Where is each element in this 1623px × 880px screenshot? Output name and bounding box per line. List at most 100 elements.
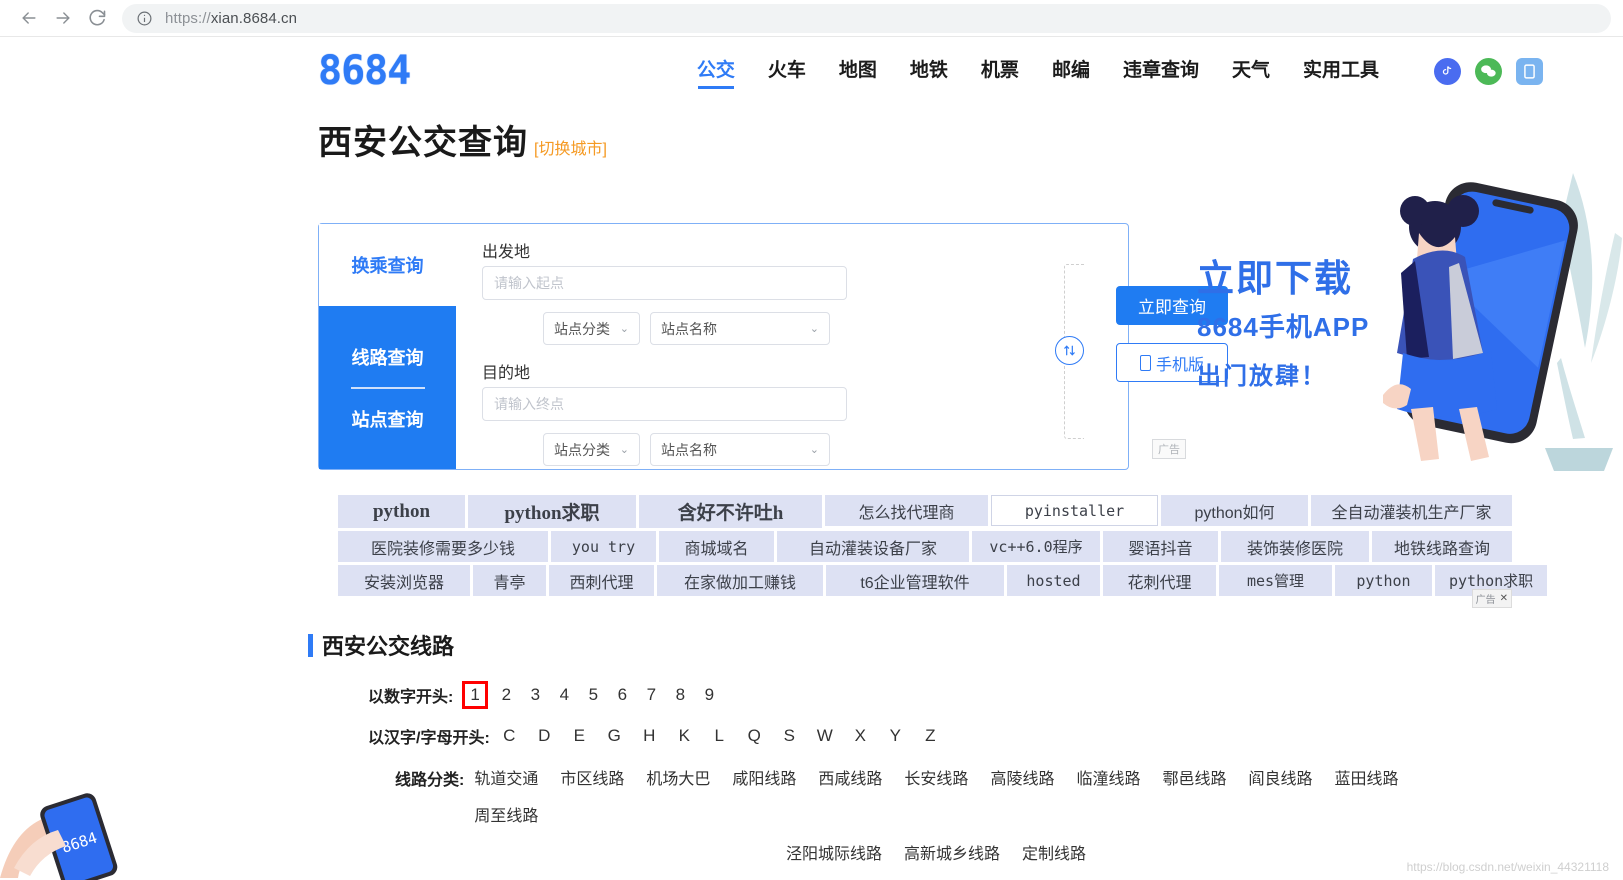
douyin-icon[interactable] bbox=[1434, 57, 1461, 85]
category-link-lintong[interactable]: 临潼线路 bbox=[1076, 765, 1140, 789]
forward-button[interactable] bbox=[46, 1, 80, 35]
nav-item-violation[interactable]: 违章查询 bbox=[1123, 55, 1199, 88]
letter-link-e[interactable]: E bbox=[572, 726, 587, 746]
tag-item[interactable]: 医院装修需要多少钱 bbox=[338, 531, 548, 562]
destination-input[interactable] bbox=[482, 387, 847, 421]
tag-item[interactable]: python bbox=[338, 495, 465, 528]
wechat-icon[interactable] bbox=[1475, 57, 1502, 85]
tag-item[interactable]: 全自动灌装机生产厂家 bbox=[1311, 495, 1512, 526]
digit-link-1[interactable]: 1 bbox=[462, 681, 488, 709]
tag-item[interactable]: python求职 bbox=[468, 495, 636, 528]
app-icon[interactable] bbox=[1516, 57, 1543, 85]
digit-link-6[interactable]: 6 bbox=[615, 685, 630, 705]
digit-link-8[interactable]: 8 bbox=[673, 685, 688, 705]
digit-link-2[interactable]: 2 bbox=[499, 685, 514, 705]
tag-item[interactable]: 装饰装修医院 bbox=[1221, 531, 1369, 562]
ad-text: 立即下载 8684手机APP 出门放肆！ bbox=[1197, 248, 1369, 391]
tag-item[interactable]: hosted bbox=[1007, 565, 1100, 596]
digit-link-7[interactable]: 7 bbox=[644, 685, 659, 705]
tab-route-query[interactable]: 线路查询 bbox=[352, 327, 424, 387]
swap-vertical-icon[interactable] bbox=[1055, 336, 1084, 365]
destination-selects: 站点分类 ⌄ 站点名称 ⌄ bbox=[543, 433, 1128, 466]
category-link-gaoxin[interactable]: 高新城乡线路 bbox=[904, 840, 1000, 864]
address-bar[interactable]: https://xian.8684.cn bbox=[122, 3, 1611, 33]
category-link-custom[interactable]: 定制线路 bbox=[1022, 840, 1086, 864]
close-icon[interactable]: ✕ bbox=[1500, 593, 1508, 604]
switch-city-link[interactable]: [切换城市] bbox=[534, 135, 607, 164]
category-link-xianyang[interactable]: 咸阳线路 bbox=[732, 765, 796, 789]
tag-row: python python求职 含好不许吐h 怎么找代理商 pyinstalle… bbox=[338, 495, 1512, 528]
digit-link-5[interactable]: 5 bbox=[586, 685, 601, 705]
letter-link-c[interactable]: C bbox=[502, 726, 517, 746]
nav-item-weather[interactable]: 天气 bbox=[1232, 55, 1270, 88]
letters-index-label: 以汉字/字母开头: bbox=[368, 730, 490, 747]
nav-item-map[interactable]: 地图 bbox=[839, 55, 877, 88]
digit-link-3[interactable]: 3 bbox=[528, 685, 543, 705]
category-link-xixian[interactable]: 西咸线路 bbox=[818, 765, 882, 789]
reload-button[interactable] bbox=[80, 1, 114, 35]
origin-category-select[interactable]: 站点分类 ⌄ bbox=[543, 312, 640, 345]
tag-item[interactable]: 在家做加工赚钱 bbox=[657, 565, 823, 596]
tag-item[interactable]: 西刺代理 bbox=[549, 565, 654, 596]
nav-item-bus[interactable]: 公交 bbox=[697, 55, 735, 88]
digit-link-4[interactable]: 4 bbox=[557, 685, 572, 705]
digit-link-9[interactable]: 9 bbox=[702, 685, 717, 705]
tag-item[interactable]: vc++6.0程序 bbox=[972, 531, 1100, 562]
destination-name-select[interactable]: 站点名称 ⌄ bbox=[650, 433, 830, 466]
category-link-changan[interactable]: 长安线路 bbox=[904, 765, 968, 789]
tag-item[interactable]: 怎么找代理商 bbox=[825, 495, 988, 526]
tag-item[interactable]: 地铁线路查询 bbox=[1372, 531, 1512, 562]
nav-item-train[interactable]: 火车 bbox=[768, 55, 806, 88]
letter-link-x[interactable]: X bbox=[853, 726, 868, 746]
letter-link-d[interactable]: D bbox=[537, 726, 552, 746]
category-link-huyi[interactable]: 鄠邑线路 bbox=[1162, 765, 1226, 789]
tab-stop-query[interactable]: 站点查询 bbox=[352, 389, 424, 449]
search-fields: 出发地 站点分类 ⌄ 站点名称 ⌄ 目的地 站点分类 ⌄ bbox=[456, 224, 1228, 469]
letter-link-z[interactable]: Z bbox=[923, 726, 938, 746]
origin-name-select[interactable]: 站点名称 ⌄ bbox=[650, 312, 830, 345]
tag-item[interactable]: 商城域名 bbox=[659, 531, 774, 562]
tag-item[interactable]: 自动灌装设备厂家 bbox=[777, 531, 969, 562]
nav-item-postcode[interactable]: 邮编 bbox=[1052, 55, 1090, 88]
tag-item[interactable]: 安装浏览器 bbox=[338, 565, 470, 596]
tag-item[interactable]: python如何 bbox=[1161, 495, 1308, 526]
category-link-urban[interactable]: 市区线路 bbox=[560, 765, 624, 789]
tag-item[interactable]: 青亭 bbox=[473, 565, 546, 596]
tag-item[interactable]: python bbox=[1335, 565, 1432, 596]
category-link-gaoling[interactable]: 高陵线路 bbox=[990, 765, 1054, 789]
ad-corner-badge[interactable]: 广告 ✕ bbox=[1471, 589, 1512, 608]
site-logo[interactable]: 8684 bbox=[318, 48, 411, 94]
tab-transfer-query[interactable]: 换乘查询 bbox=[319, 224, 456, 306]
letter-link-y[interactable]: Y bbox=[888, 726, 903, 746]
destination-category-select[interactable]: 站点分类 ⌄ bbox=[543, 433, 640, 466]
category-link-yanliang[interactable]: 阎良线路 bbox=[1248, 765, 1312, 789]
tag-item-highlighted[interactable]: pyinstaller bbox=[991, 495, 1158, 526]
tag-item[interactable]: mes管理 bbox=[1219, 565, 1332, 596]
letter-link-w[interactable]: W bbox=[817, 726, 833, 746]
nav-item-tools[interactable]: 实用工具 bbox=[1303, 55, 1379, 88]
nav-item-subway[interactable]: 地铁 bbox=[910, 55, 948, 88]
routes-section: 西安公交线路 以数字开头: 1 2 3 4 5 6 7 8 9 以汉字/字母开头… bbox=[308, 629, 1508, 880]
category-link-zhouzhi[interactable]: 周至线路 bbox=[474, 802, 538, 826]
category-link-rail[interactable]: 轨道交通 bbox=[474, 765, 538, 789]
tag-item[interactable]: 含好不许吐h bbox=[639, 495, 822, 528]
category-link-lantian[interactable]: 蓝田线路 bbox=[1335, 765, 1399, 789]
letter-link-l[interactable]: L bbox=[712, 726, 727, 746]
ad-banner[interactable]: 立即下载 8684手机APP 出门放肆！ 广告 bbox=[1130, 163, 1623, 471]
letter-link-s[interactable]: S bbox=[782, 726, 797, 746]
category-link-airport[interactable]: 机场大巴 bbox=[646, 765, 710, 789]
tag-item[interactable]: you try bbox=[551, 531, 656, 562]
nav-item-flight[interactable]: 机票 bbox=[981, 55, 1019, 88]
origin-input[interactable] bbox=[482, 266, 847, 300]
letter-link-h[interactable]: H bbox=[642, 726, 657, 746]
back-button[interactable] bbox=[12, 1, 46, 35]
site-info-icon[interactable] bbox=[136, 10, 153, 27]
letter-link-g[interactable]: G bbox=[607, 726, 622, 746]
category-link-jingyang[interactable]: 泾阳城际线路 bbox=[786, 840, 882, 864]
tag-item[interactable]: 婴语抖音 bbox=[1103, 531, 1218, 562]
letter-link-q[interactable]: Q bbox=[747, 726, 762, 746]
tag-item[interactable]: 花刺代理 bbox=[1103, 565, 1216, 596]
letter-link-k[interactable]: K bbox=[677, 726, 692, 746]
tag-item[interactable]: t6企业管理软件 bbox=[826, 565, 1004, 596]
ad-subheadline: 8684手机APP bbox=[1197, 312, 1370, 342]
